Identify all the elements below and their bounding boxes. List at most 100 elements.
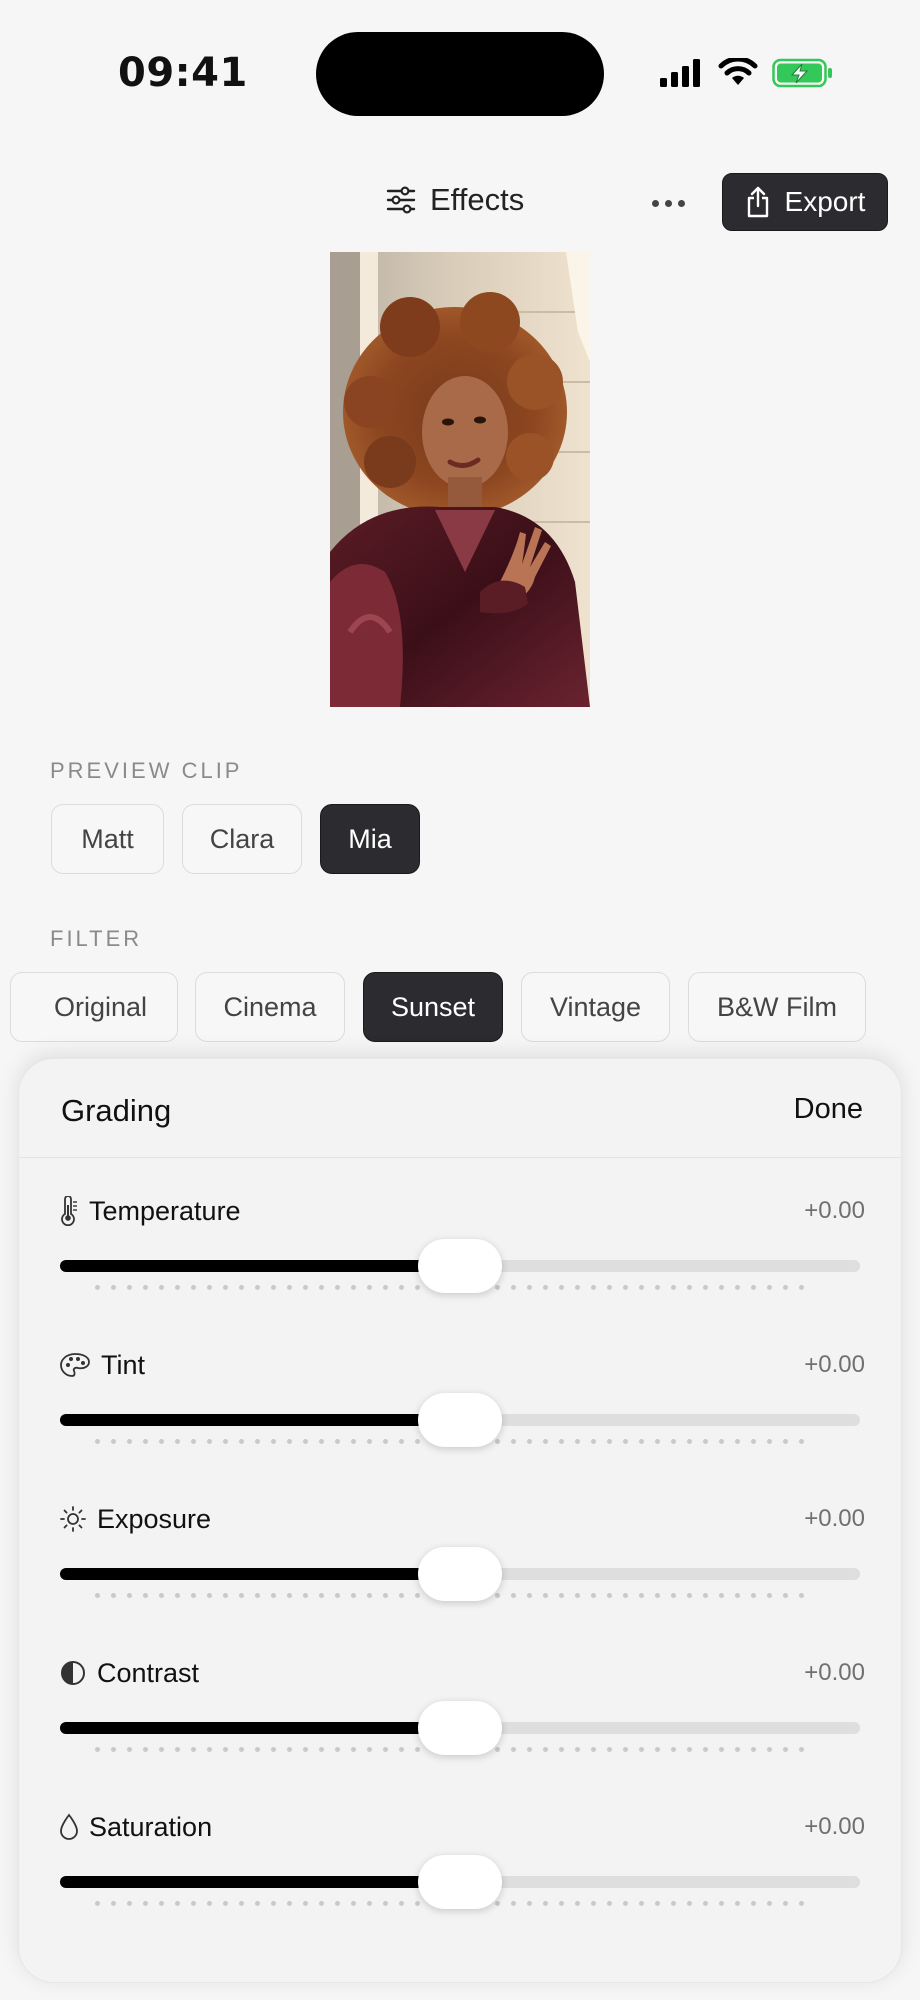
slider-tick-dot — [623, 1593, 628, 1598]
slider-tick-dot — [367, 1439, 372, 1444]
slider-tick-dot — [527, 1439, 532, 1444]
slider-tick-dot — [703, 1285, 708, 1290]
more-options-button[interactable] — [646, 186, 690, 220]
slider-tick-dot — [127, 1439, 132, 1444]
slider-tick-dot — [591, 1285, 596, 1290]
slider-tick-dot — [303, 1285, 308, 1290]
slider-tick-dot — [95, 1747, 100, 1752]
slider-tick-dot — [207, 1901, 212, 1906]
slider-tick-dot — [751, 1285, 756, 1290]
slider-tick-dot — [575, 1439, 580, 1444]
contrast-slider-thumb[interactable] — [418, 1701, 502, 1755]
filter-chip-sunset[interactable]: Sunset — [363, 972, 503, 1042]
clip-chip-matt[interactable]: Matt — [51, 804, 164, 874]
slider-tick-dot — [639, 1439, 644, 1444]
slider-tick-dot — [159, 1901, 164, 1906]
exposure-label-row: Exposure — [59, 1499, 211, 1539]
slider-tick-dot — [655, 1901, 660, 1906]
done-button[interactable]: Done — [794, 1093, 863, 1126]
slider-tick-dot — [175, 1439, 180, 1444]
slider-tick-dot — [271, 1901, 276, 1906]
exposure-slider-thumb[interactable] — [418, 1547, 502, 1601]
temperature-label-row: Temperature — [59, 1191, 241, 1231]
slider-tick-dot — [671, 1593, 676, 1598]
slider-tick-dot — [159, 1439, 164, 1444]
slider-tick-dot — [415, 1439, 420, 1444]
slider-tick-dot — [207, 1593, 212, 1598]
slider-tick-dot — [127, 1747, 132, 1752]
slider-tick-dot — [383, 1901, 388, 1906]
saturation-slider-thumb[interactable] — [418, 1855, 502, 1909]
slider-fill — [60, 1260, 460, 1272]
slider-tick-dot — [527, 1285, 532, 1290]
grading-title: Grading — [61, 1093, 172, 1128]
slider-tick-dot — [735, 1901, 740, 1906]
clip-chip-clara[interactable]: Clara — [182, 804, 302, 874]
palette-icon — [60, 1353, 90, 1377]
slider-tick-dot — [639, 1901, 644, 1906]
slider-tick-dot — [191, 1285, 196, 1290]
slider-fill — [60, 1414, 460, 1426]
slider-tick-dot — [319, 1747, 324, 1752]
slider-tick-dot — [767, 1747, 772, 1752]
slider-tick-dot — [575, 1285, 580, 1290]
filter-chip-bw-film[interactable]: B&W Film — [688, 972, 866, 1042]
exposure-label: Exposure — [97, 1503, 212, 1534]
slider-tick-dot — [511, 1593, 516, 1598]
slider-tick-dot — [783, 1593, 788, 1598]
slider-tick-dot — [143, 1747, 148, 1752]
slider-tick-dot — [543, 1439, 548, 1444]
slider-tick-dot — [655, 1747, 660, 1752]
slider-tick-dot — [351, 1901, 356, 1906]
slider-tick-dot — [271, 1285, 276, 1290]
filter-chip-original[interactable]: Original — [10, 972, 178, 1042]
slider-tick-dot — [127, 1901, 132, 1906]
slider-tick-dot — [559, 1593, 564, 1598]
slider-tick-dot — [399, 1285, 404, 1290]
slider-tick-dot — [735, 1593, 740, 1598]
slider-tick-dot — [559, 1439, 564, 1444]
slider-tick-dot — [335, 1901, 340, 1906]
slider-tick-dot — [223, 1901, 228, 1906]
dynamic-island — [316, 32, 604, 116]
slider-tick-dot — [623, 1901, 628, 1906]
slider-tick-dot — [511, 1285, 516, 1290]
contrast-icon — [61, 1661, 85, 1685]
slider-tick-dot — [719, 1439, 724, 1444]
slider-tick-dot — [495, 1901, 500, 1906]
slider-tick-dot — [623, 1747, 628, 1752]
tint-slider-thumb[interactable] — [418, 1393, 502, 1447]
filter-chip-vintage[interactable]: Vintage — [521, 972, 670, 1042]
wifi-icon — [718, 58, 758, 85]
preview-video-frame[interactable] — [330, 252, 590, 707]
filter-chip-cinema[interactable]: Cinema — [195, 972, 345, 1042]
slider-tick-dot — [223, 1439, 228, 1444]
slider-tick-dot — [735, 1285, 740, 1290]
slider-tick-dot — [559, 1285, 564, 1290]
saturation-adjustment: Saturation +0.00 — [19, 1807, 903, 1961]
export-button[interactable]: Export — [722, 173, 888, 231]
slider-tick-dot — [687, 1901, 692, 1906]
slider-tick-dot — [799, 1901, 804, 1906]
clip-chip-mia[interactable]: Mia — [320, 804, 420, 874]
slider-tick-dot — [111, 1747, 116, 1752]
slider-tick-dot — [495, 1439, 500, 1444]
slider-tick-dot — [639, 1747, 644, 1752]
slider-tick-dot — [495, 1747, 500, 1752]
slider-tick-dot — [143, 1593, 148, 1598]
slider-tick-dot — [287, 1593, 292, 1598]
slider-tick-dot — [111, 1901, 116, 1906]
slider-tick-dot — [767, 1285, 772, 1290]
temperature-slider-thumb[interactable] — [418, 1239, 502, 1293]
slider-tick-dot — [143, 1439, 148, 1444]
slider-tick-dot — [239, 1439, 244, 1444]
filter-label: FILTER — [50, 926, 143, 951]
slider-tick-dot — [607, 1747, 612, 1752]
effects-title[interactable]: Effects — [386, 182, 524, 218]
slider-tick-dot — [239, 1593, 244, 1598]
slider-tick-dot — [655, 1439, 660, 1444]
temperature-adjustment: Temperature +0.00 — [19, 1191, 903, 1345]
slider-tick-dot — [239, 1285, 244, 1290]
slider-tick-dot — [335, 1439, 340, 1444]
slider-tick-dot — [575, 1747, 580, 1752]
